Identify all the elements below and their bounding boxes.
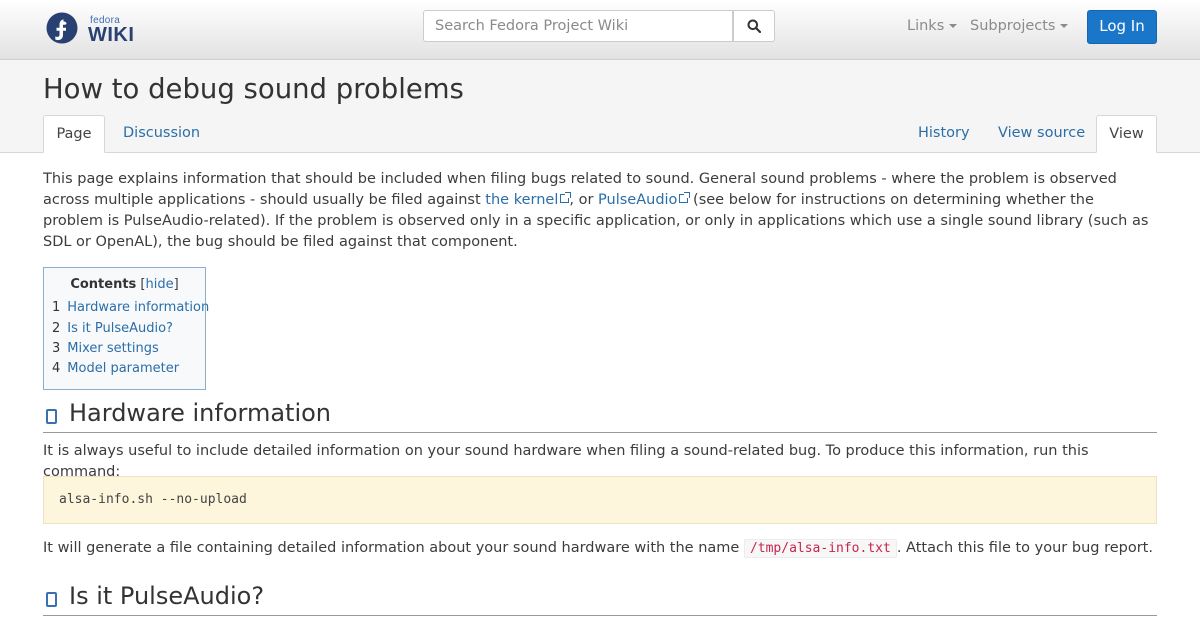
section-heading-hardware: Hardware information [43, 399, 1157, 433]
external-link-icon [679, 192, 691, 203]
section-title: Hardware information [69, 399, 332, 427]
intro-text-2: , or [569, 192, 599, 208]
search-icon [747, 19, 761, 33]
tab-page[interactable]: Page [43, 115, 105, 153]
toc-item[interactable]: 2 Is it PulseAudio? [52, 321, 173, 337]
toc-hide-link[interactable]: hide [146, 277, 174, 292]
page-header: How to debug sound problems Page Discuss… [0, 60, 1200, 153]
toc-item-link[interactable]: Model parameter [67, 361, 179, 376]
tab-view[interactable]: View [1096, 115, 1157, 153]
section-heading-pulseaudio: Is it PulseAudio? [43, 582, 1157, 616]
toc-item-number: 4 [52, 361, 61, 376]
pulseaudio-link-label: PulseAudio [598, 192, 678, 208]
toc-item-number: 3 [52, 341, 61, 356]
tab-view-source[interactable]: View source [998, 115, 1085, 152]
section-marker-icon [46, 409, 57, 424]
page-title: How to debug sound problems [43, 73, 464, 105]
search-input[interactable] [423, 10, 733, 42]
toc-item-link[interactable]: Mixer settings [67, 341, 158, 356]
kernel-link-label: the kernel [485, 192, 559, 208]
toc-header: Contents [hide] [70, 277, 179, 292]
section-marker-icon [46, 592, 57, 607]
file-path-code: /tmp/alsa-info.txt [743, 539, 897, 558]
toc-item-number: 1 [52, 300, 61, 315]
toc-item-number: 2 [52, 321, 61, 336]
pulseaudio-link[interactable]: PulseAudio [598, 192, 691, 208]
toc-item-link[interactable]: Hardware information [67, 300, 209, 315]
external-link-icon [560, 192, 572, 203]
login-button[interactable]: Log In [1087, 10, 1157, 44]
intro-paragraph: This page explains information that shou… [43, 169, 1157, 253]
fedora-logo-icon [46, 12, 78, 44]
top-navbar: fedora WIKI Links Subprojects Log In [0, 0, 1200, 60]
command-code-block: alsa-info.sh --no-upload [43, 476, 1157, 524]
toc-item-link[interactable]: Is it PulseAudio? [67, 321, 173, 336]
toc-item[interactable]: 4 Model parameter [52, 361, 179, 377]
toc-title: Contents [70, 277, 137, 292]
toc-item[interactable]: 3 Mixer settings [52, 341, 159, 357]
fedora-wiki-logo[interactable]: fedora WIKI [46, 12, 146, 46]
tab-discussion[interactable]: Discussion [123, 115, 200, 152]
section-title: Is it PulseAudio? [69, 582, 265, 610]
tab-history[interactable]: History [918, 115, 970, 152]
toc-item[interactable]: 1 Hardware information [52, 300, 209, 316]
links-dropdown[interactable]: Links [907, 18, 958, 34]
after-text-2: . Attach this file to your bug report. [896, 540, 1153, 556]
kernel-link[interactable]: the kernel [485, 192, 572, 208]
subprojects-label: Subprojects [970, 18, 1056, 34]
search-button[interactable] [733, 10, 775, 42]
subprojects-dropdown[interactable]: Subprojects [970, 18, 1069, 34]
links-label: Links [907, 18, 945, 34]
hardware-after-paragraph: It will generate a file containing detai… [43, 538, 1157, 559]
caret-down-icon [949, 24, 958, 28]
after-text-1: It will generate a file containing detai… [43, 540, 744, 556]
logo-big-text: WIKI [88, 24, 135, 46]
caret-down-icon [1060, 24, 1069, 28]
table-of-contents: Contents [hide] 1 Hardware information 2I… [43, 267, 209, 390]
